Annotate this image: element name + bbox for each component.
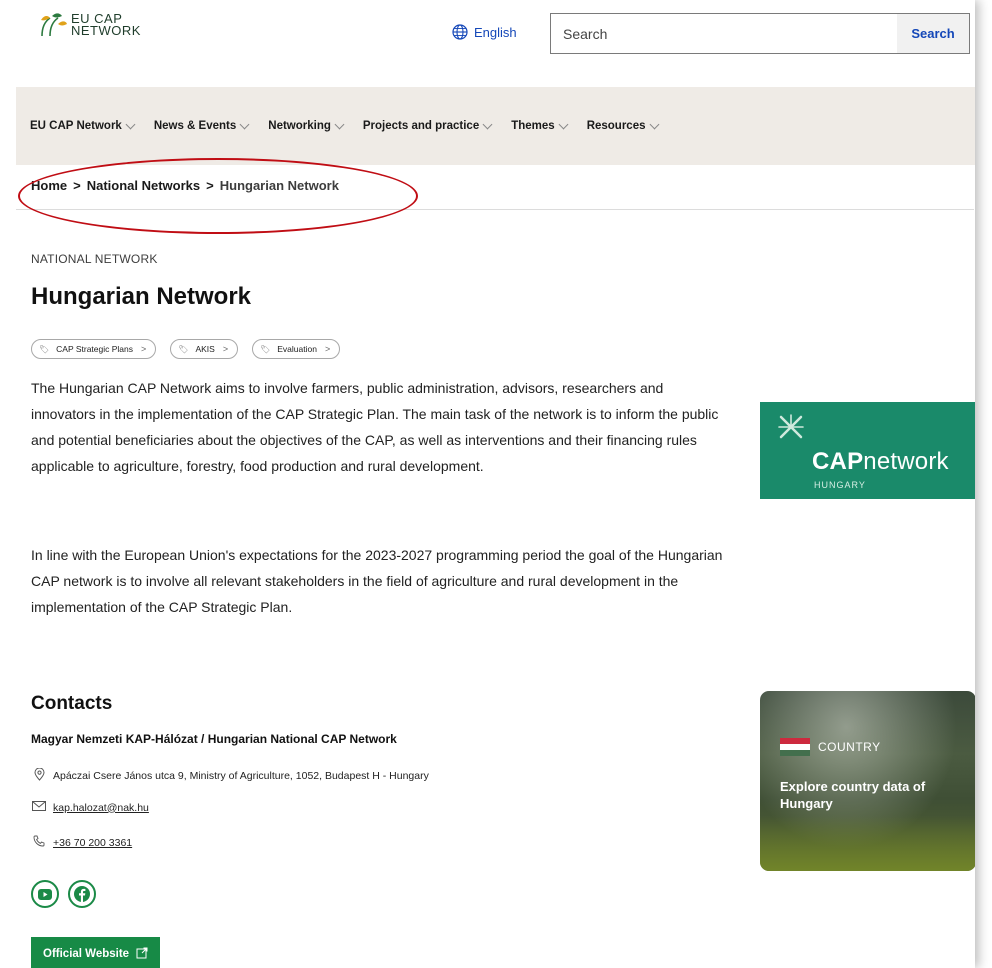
intro-paragraph: The Hungarian CAP Network aims to involv… (31, 380, 719, 474)
page-title: Hungarian Network (31, 283, 252, 310)
chevron-down-icon (482, 119, 493, 129)
tag-icon: 🏷︎ (178, 344, 189, 354)
logo-line-2: NETWORK (71, 23, 141, 38)
mail-icon (31, 801, 47, 814)
nav-item-news-events[interactable]: News & Events (154, 119, 250, 132)
page-frame: EU CAP NETWORK English Search EU CAP Net… (0, 0, 975, 968)
language-selector[interactable]: English (452, 24, 517, 40)
contacts-heading: Contacts (31, 693, 113, 714)
contact-phone: +36 70 200 3361 (31, 835, 132, 850)
chevron-right-icon: > (324, 344, 331, 354)
cap-network-hungary-logo: CAPnetwork HUNGARY (760, 402, 975, 499)
external-link-icon (136, 947, 148, 962)
cap-logo-light: network (863, 448, 949, 475)
site-header: EU CAP NETWORK English Search (0, 0, 975, 87)
tag-akis[interactable]: 🏷︎ AKIS > (170, 339, 239, 359)
tag-icon: 🏷︎ (39, 344, 50, 354)
tag-evaluation[interactable]: 🏷︎ Evaluation > (252, 339, 341, 359)
country-card-text: Explore country data of Hungary (780, 779, 926, 811)
contact-email: kap.halozat@nak.hu (31, 801, 149, 814)
language-label: English (474, 24, 517, 40)
tag-cap-strategic-plans[interactable]: 🏷︎ CAP Strategic Plans > (31, 339, 157, 359)
location-pin-icon (31, 767, 47, 784)
address-text: Apáczai Csere János utca 9, Ministry of … (53, 770, 429, 782)
chevron-down-icon (239, 119, 250, 129)
cap-logo-bold: CAP (812, 448, 864, 475)
tag-icon: 🏷︎ (260, 344, 271, 354)
social-links (31, 880, 105, 908)
search-button[interactable]: Search (897, 14, 969, 53)
cap-logo-country: HUNGARY (814, 480, 866, 490)
sprout-logo-icon (41, 13, 67, 37)
country-card[interactable]: COUNTRY Explore country data of Hungary (760, 691, 975, 871)
contact-address: Apáczai Csere János utca 9, Ministry of … (31, 767, 429, 784)
page-kicker: NATIONAL NETWORK (31, 252, 158, 266)
country-card-label: COUNTRY (818, 740, 881, 754)
official-website-label: Official Website (43, 948, 130, 960)
phone-link[interactable]: +36 70 200 3361 (53, 837, 132, 849)
chevron-right-icon: > (141, 344, 147, 354)
chevron-down-icon (334, 119, 345, 129)
main-nav: EU CAP Network News & Events Networking … (16, 87, 975, 165)
chevron-down-icon (649, 119, 659, 129)
site-logo[interactable]: EU CAP NETWORK (38, 12, 141, 38)
chevron-right-icon: > (222, 344, 229, 354)
youtube-icon[interactable] (31, 880, 59, 908)
highlight-ellipse (18, 158, 418, 234)
search-input[interactable] (551, 14, 897, 53)
globe-icon (452, 24, 468, 40)
hungary-flag-icon (780, 738, 810, 756)
tag-list: 🏷︎ CAP Strategic Plans > 🏷︎ AKIS > 🏷︎ Ev… (31, 339, 354, 359)
goal-paragraph: In line with the European Union's expect… (31, 547, 723, 615)
official-website-button[interactable]: Official Website (31, 937, 161, 968)
facebook-icon[interactable] (68, 880, 96, 908)
flag-stripe-green (780, 750, 810, 756)
nav-item-themes[interactable]: Themes (511, 119, 569, 132)
sprout-mark-icon (778, 414, 804, 439)
search-bar: Search (550, 13, 970, 54)
nav-item-projects-and-practice[interactable]: Projects and practice (363, 119, 493, 132)
chevron-down-icon (558, 119, 569, 129)
phone-icon (31, 835, 47, 850)
nav-item-resources[interactable]: Resources (587, 119, 659, 132)
contact-organization: Magyar Nemzeti KAP-Hálózat / Hungarian N… (31, 732, 397, 746)
chevron-down-icon (125, 119, 136, 129)
email-link[interactable]: kap.halozat@nak.hu (53, 802, 149, 814)
orchard-photo-ground (760, 816, 975, 871)
nav-item-eu-cap-network[interactable]: EU CAP Network (30, 119, 136, 132)
nav-item-networking[interactable]: Networking (268, 119, 345, 132)
